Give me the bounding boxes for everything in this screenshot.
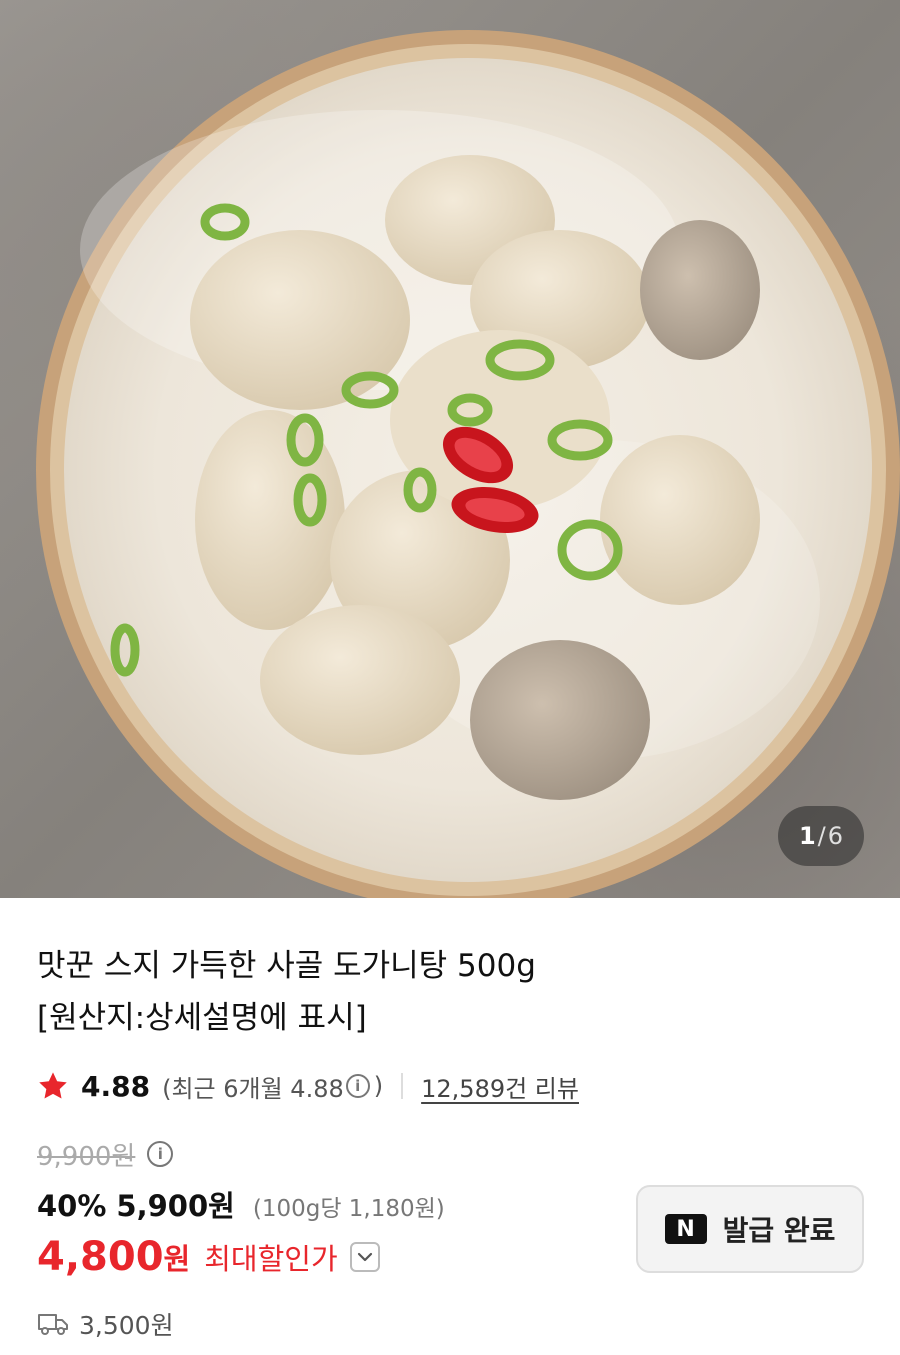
price-info-icon[interactable]: i — [147, 1141, 174, 1167]
sale-price-row: 40% 5,900원 (100g당 1,180원) — [37, 1183, 445, 1223]
product-image[interactable]: 1 / 6 — [0, 0, 900, 898]
rating-score: 4.88 — [81, 1069, 151, 1103]
product-title-line1: 맛꾼 스지 가득한 사골 도가니탕 500g — [37, 948, 536, 984]
max-discount-row: 4,800 원 최대할인가 — [37, 1230, 380, 1284]
review-count-link[interactable]: 12,589건 리뷰 — [421, 1069, 579, 1104]
unit-price: (100g당 1,180원) — [252, 1196, 445, 1222]
chevron-down-icon — [357, 1252, 372, 1262]
naver-n-icon: N — [664, 1214, 707, 1244]
product-title: 맛꾼 스지 가득한 사골 도가니탕 500g [원산지:상세설명에 표시] — [37, 940, 797, 1044]
image-counter-current: 1 — [798, 822, 816, 850]
max-discount-price-unit: 원 — [163, 1242, 191, 1276]
product-title-line2: [원산지:상세설명에 표시] — [37, 1000, 367, 1036]
truck-icon — [38, 1314, 68, 1335]
shipping-row: 3,500원 — [37, 1306, 174, 1342]
soup-bowl-illustration — [36, 30, 900, 898]
info-icon[interactable]: i — [345, 1074, 370, 1098]
shipping-fee: 3,500원 — [79, 1311, 174, 1340]
max-discount-label: 최대할인가 — [204, 1242, 338, 1276]
image-counter: 1 / 6 — [778, 806, 864, 866]
sale-price: 5,900원 — [116, 1189, 235, 1223]
coupon-label: 발급 완료 — [722, 1214, 836, 1247]
rating-recent-label: (최근 6개월 4.88 — [162, 1074, 344, 1103]
image-counter-total: 6 — [827, 822, 844, 850]
star-icon — [39, 1072, 67, 1099]
rating-recent: (최근 6개월 4.88 i ) — [162, 1069, 383, 1104]
coupon-issued-button[interactable]: N 발급 완료 — [636, 1185, 864, 1273]
original-price: 9,900원 — [37, 1141, 136, 1172]
rating-divider — [401, 1073, 404, 1099]
discount-rate: 40% — [37, 1189, 107, 1223]
max-discount-price: 4,800 — [37, 1234, 164, 1280]
original-price-row: 9,900원 i — [37, 1136, 177, 1172]
rating-row: 4.88 (최근 6개월 4.88 i ) 12,589건 리뷰 — [37, 1066, 579, 1106]
rating-recent-close: ) — [373, 1072, 384, 1100]
max-discount-toggle[interactable] — [349, 1242, 380, 1272]
image-counter-separator: / — [817, 822, 826, 850]
